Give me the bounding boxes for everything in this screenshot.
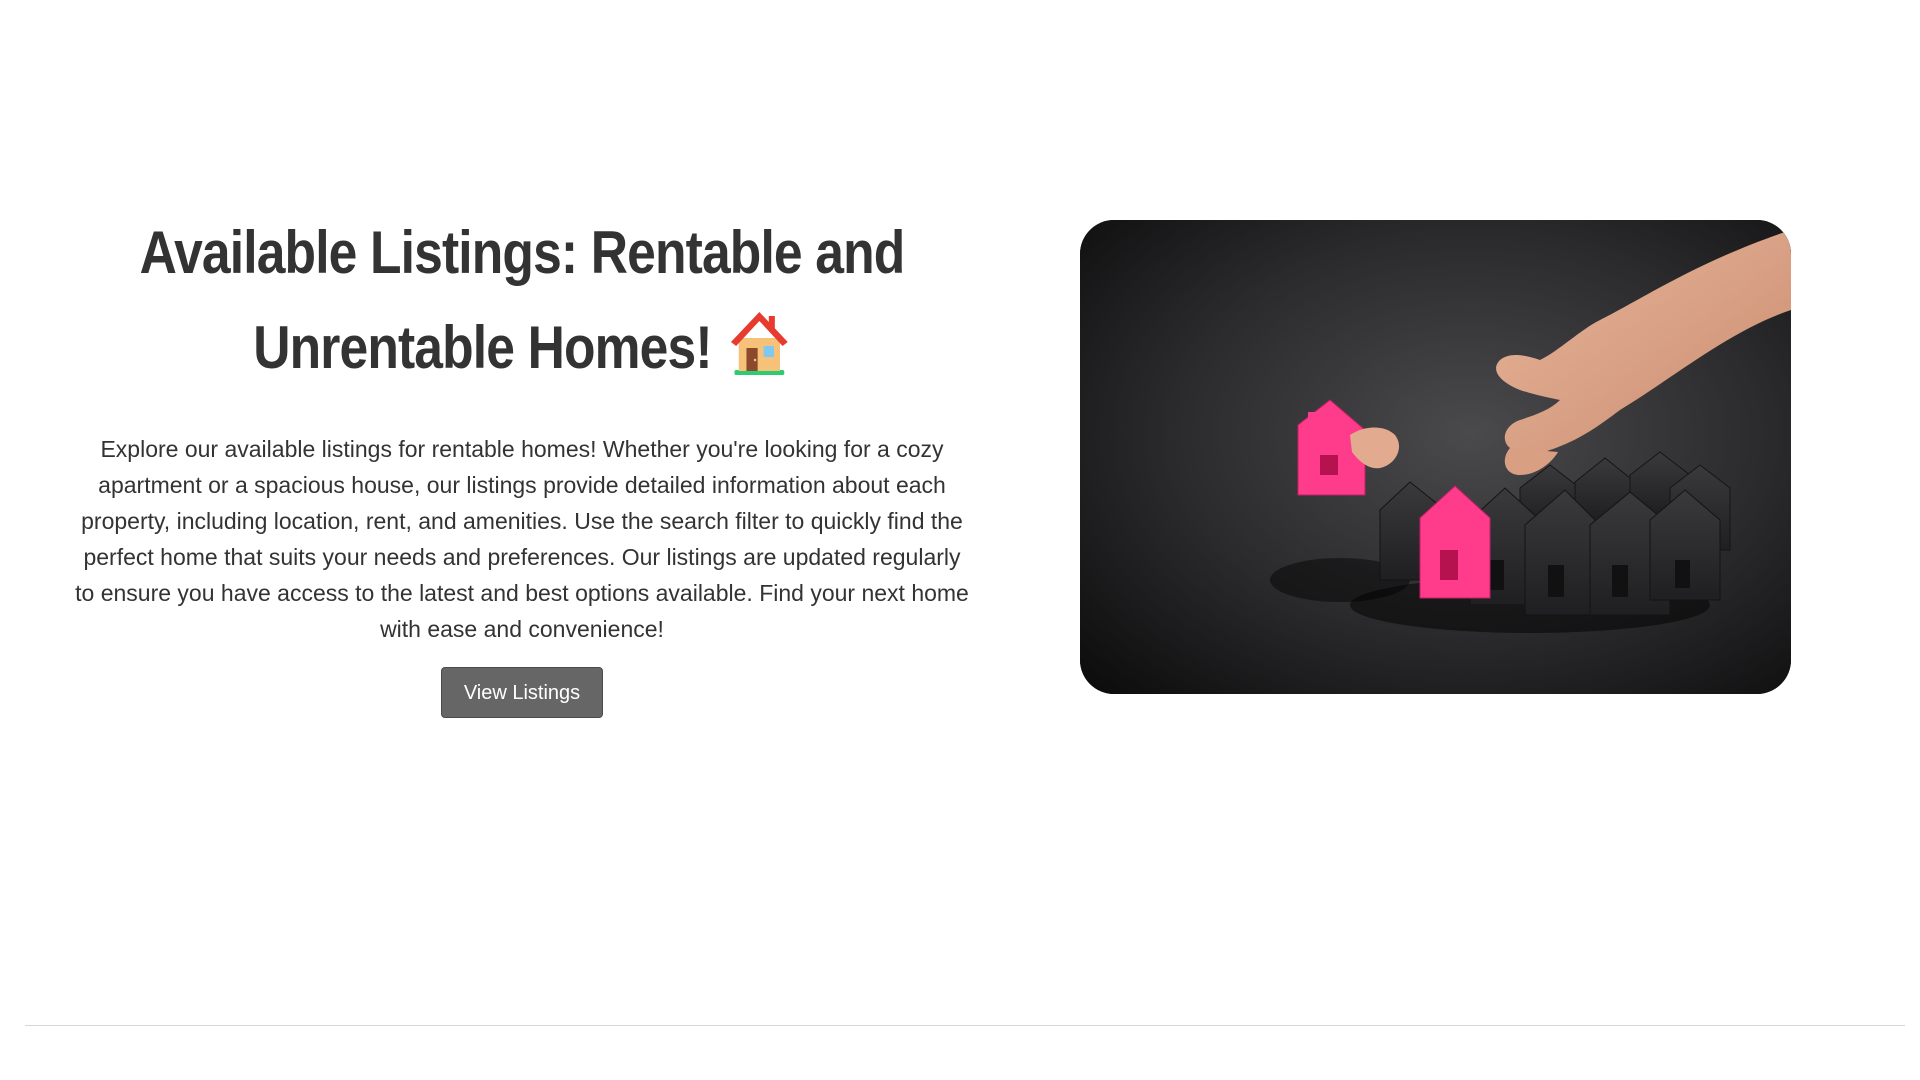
footer-divider (25, 1025, 1905, 1026)
hero-description: Explore our available listings for renta… (75, 436, 969, 642)
view-listings-button[interactable]: View Listings (440, 667, 604, 718)
model-houses-photo (1080, 220, 1791, 694)
hero-section: Available Listings: Rentable and Unrenta… (72, 205, 972, 718)
page-title: Available Listings: Rentable and Unrenta… (135, 205, 909, 395)
house-emoji-icon (727, 306, 791, 376)
hero-image (1080, 220, 1791, 694)
page: Available Listings: Rentable and Unrenta… (0, 0, 1920, 1080)
